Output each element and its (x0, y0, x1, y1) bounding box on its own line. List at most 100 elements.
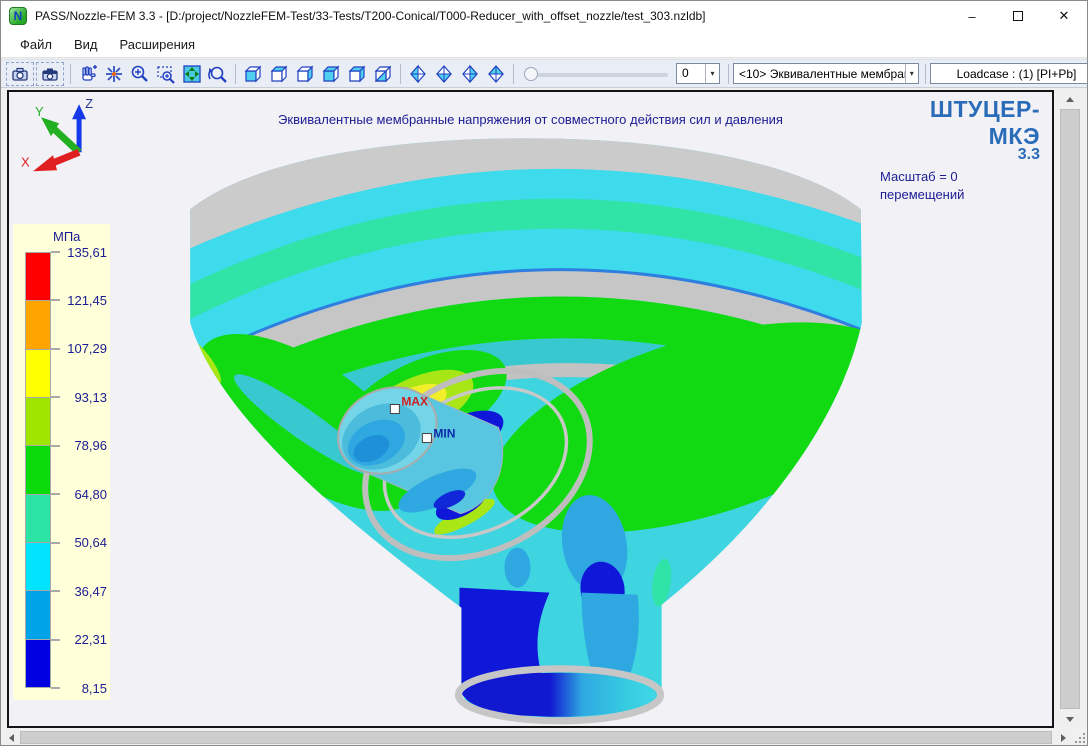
max-label: MAX (401, 394, 428, 408)
chevron-down-icon[interactable]: ▾ (705, 64, 719, 83)
zoom-window-button[interactable] (153, 62, 179, 86)
view-cube-icon (243, 64, 263, 84)
view-diamond-4-button[interactable] (483, 62, 509, 86)
arrow-left-icon (9, 734, 14, 742)
deformation-slider[interactable] (522, 65, 672, 83)
application-window: N PASS/Nozzle-FEM 3.3 - [D:/project/Nozz… (0, 0, 1088, 746)
legend-row: 22,31 (51, 632, 107, 648)
3d-viewport[interactable]: MAX MIN Z Y X Эквивалентные мембранные н… (7, 90, 1054, 728)
view-cube-right-button[interactable] (318, 62, 344, 86)
legend-tick (51, 639, 60, 641)
loadcase-combo[interactable]: Loadcase : (1) [PI+Pb] ▾ (930, 63, 1088, 84)
app-icon: N (9, 7, 27, 25)
menu-item-view[interactable]: Вид (63, 31, 109, 57)
view-diamond-3-button[interactable] (457, 62, 483, 86)
view-diamond-icon (460, 64, 480, 84)
scale-spinner[interactable]: 0 ▾ (676, 63, 720, 84)
view-cube-top-button[interactable] (344, 62, 370, 86)
maximize-button[interactable] (995, 1, 1041, 31)
legend-row: 8,15 (51, 680, 107, 696)
camera-settings-icon (40, 64, 60, 84)
scroll-right-button[interactable] (1055, 730, 1071, 745)
title-bar: N PASS/Nozzle-FEM 3.3 - [D:/project/Nozz… (1, 1, 1087, 31)
view-cube-icon (269, 64, 289, 84)
menu-item-extensions[interactable]: Расширения (109, 31, 207, 57)
view-cube-left-button[interactable] (292, 62, 318, 86)
view-diamond-2-button[interactable] (431, 62, 457, 86)
legend-value: 121,45 (64, 293, 107, 308)
legend-row: 36,47 (51, 583, 107, 599)
legend-value: 22,31 (64, 632, 107, 647)
legend-color-cell (26, 253, 50, 300)
snapshot-button[interactable] (6, 62, 34, 86)
scroll-down-button[interactable] (1059, 710, 1081, 728)
menu-item-file[interactable]: Файл (9, 31, 63, 57)
snapshot-settings-button[interactable] (36, 62, 64, 86)
legend-color-cell (26, 397, 50, 445)
legend-tick (51, 493, 60, 495)
legend-value: 78,96 (64, 438, 107, 453)
resize-grip[interactable] (1073, 731, 1087, 745)
legend-row: 135,61 (51, 244, 107, 260)
legend-value: 93,13 (64, 390, 107, 405)
view-cube-front-button[interactable] (240, 62, 266, 86)
explode-icon (104, 64, 124, 84)
vertical-scroll-thumb[interactable] (1060, 109, 1080, 709)
scale-note-line1: Масштаб = 0 (880, 168, 1040, 186)
view-cube-icon (321, 64, 341, 84)
stress-legend: МПа 135,61 121,45 107,29 93,13 78,96 64,… (13, 224, 110, 700)
legend-row: 50,64 (51, 535, 107, 551)
legend-value: 8,15 (64, 681, 107, 696)
close-button[interactable]: ✕ (1041, 1, 1087, 31)
horizontal-scrollbar[interactable] (3, 730, 1071, 745)
minimize-button[interactable]: – (949, 1, 995, 31)
toolbar-separator (70, 64, 71, 84)
zoom-in-button[interactable] (127, 62, 153, 86)
legend-color-cell (26, 349, 50, 397)
pan-button[interactable] (75, 62, 101, 86)
legend-row: 93,13 (51, 389, 107, 405)
slider-track[interactable] (530, 73, 668, 77)
horizontal-scroll-thumb[interactable] (20, 731, 1052, 744)
vertical-scrollbar[interactable] (1059, 90, 1081, 728)
legend-row: 121,45 (51, 292, 107, 308)
toolbar-separator (235, 64, 236, 84)
zoom-window-icon (156, 64, 176, 84)
rotate-view-button[interactable] (205, 62, 231, 86)
min-label: MIN (433, 427, 455, 441)
scroll-up-button[interactable] (1059, 90, 1081, 108)
window-title: PASS/Nozzle-FEM 3.3 - [D:/project/Nozzle… (35, 9, 706, 23)
explode-button[interactable] (101, 62, 127, 86)
min-marker (422, 434, 431, 443)
legend-tick (51, 590, 60, 592)
slider-handle[interactable] (524, 67, 538, 81)
legend-color-cell (26, 494, 50, 542)
result-type-combo[interactable]: <10> Эквивалентные мембран ▾ (733, 63, 919, 84)
view-diamond-1-button[interactable] (405, 62, 431, 86)
legend-tick (51, 251, 60, 253)
legend-color-bar (25, 252, 51, 688)
legend-tick (51, 299, 60, 301)
legend-row: 64,80 (51, 486, 107, 502)
legend-tick (51, 687, 60, 689)
legend-color-cell (26, 639, 50, 687)
axes-triad: Z Y X (21, 96, 93, 171)
scroll-left-button[interactable] (3, 730, 19, 745)
legend-value: 64,80 (64, 487, 107, 502)
view-cube-back-button[interactable] (266, 62, 292, 86)
toolbar-separator (728, 64, 729, 84)
max-marker (390, 404, 399, 413)
loadcase-value: Loadcase : (1) [PI+Pb] (931, 64, 1088, 83)
toolbar-separator (925, 64, 926, 84)
maximize-icon (1013, 11, 1023, 21)
legend-color-cell (26, 445, 50, 493)
camera-icon (10, 64, 30, 84)
legend-value: 50,64 (64, 535, 107, 550)
view-cube-iso-button[interactable] (370, 62, 396, 86)
legend-unit: МПа (53, 229, 80, 244)
legend-row: 107,29 (51, 341, 107, 357)
logo-block: ШТУЦЕР-МКЭ 3.3 Масштаб = 0 перемещений (880, 96, 1040, 203)
legend-tick (51, 445, 60, 447)
fit-view-button[interactable] (179, 62, 205, 86)
chevron-down-icon[interactable]: ▾ (905, 64, 918, 83)
